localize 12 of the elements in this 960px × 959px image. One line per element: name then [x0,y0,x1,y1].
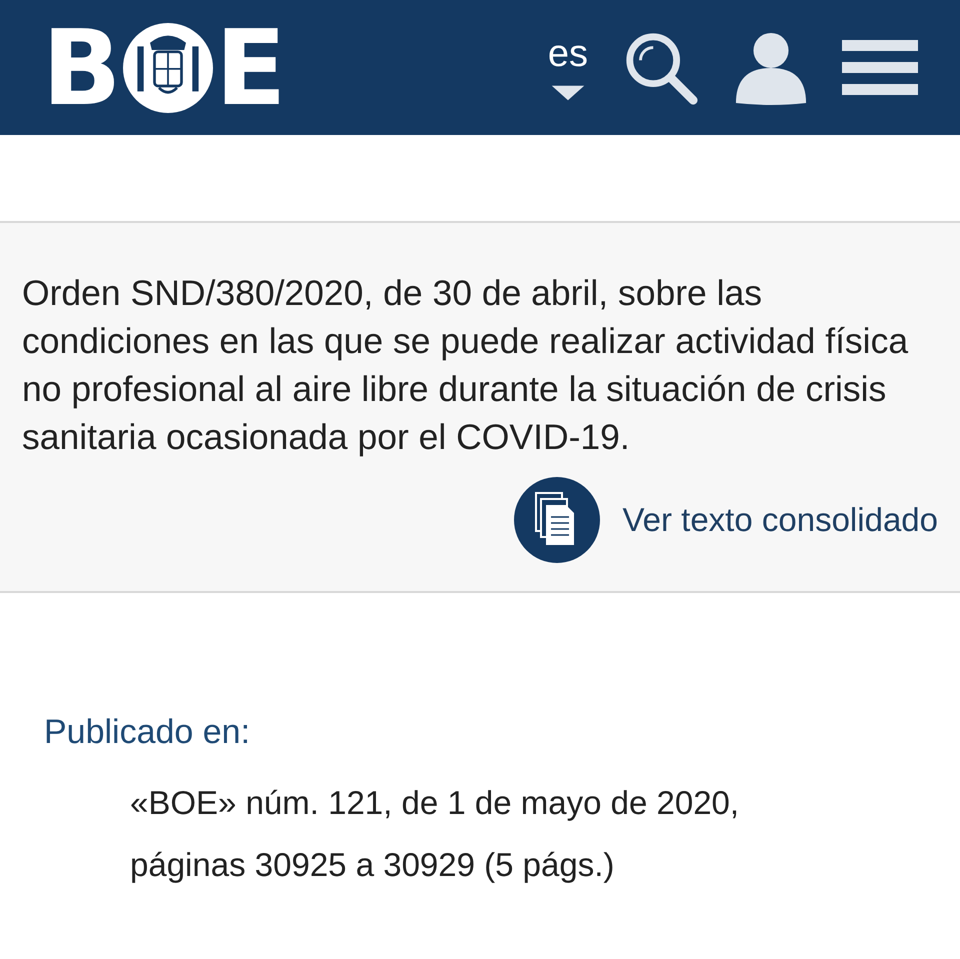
logo-letter: E [215,16,286,120]
user-icon[interactable] [734,30,808,104]
documents-icon[interactable] [514,477,600,563]
consolidated-text-link[interactable]: Ver texto consolidado [622,501,938,539]
language-selector[interactable]: es [548,33,588,102]
menu-icon[interactable] [842,40,918,96]
published-in-label: Publicado en: [44,713,252,752]
document-title: Orden SND/380/2020, de 30 de abril, sobre las condiciones en las que se puede realizar actividad física no profesional al aire libre durante la situación de crisis sanitaria ocasionada por el COVID-19. [22,272,910,459]
publication-info: páginas 30925 a 30929 (5 págs.) [129,845,616,885]
logo-letter: B [42,16,122,120]
publication-info: «BOE» núm. 121, de 1 de mayo de 2020, [129,783,740,823]
coat-of-arms-icon [123,22,214,112]
